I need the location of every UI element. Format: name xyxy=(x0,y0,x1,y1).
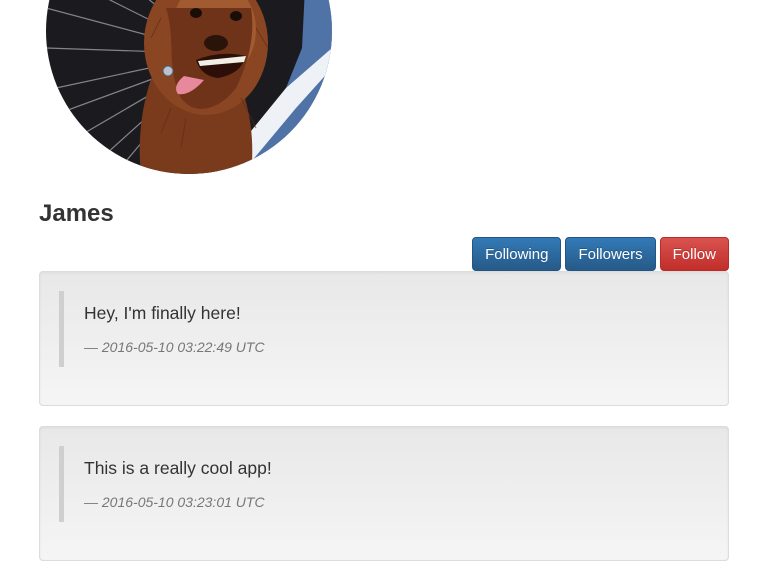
followers-button[interactable]: Followers xyxy=(565,237,656,271)
avatar xyxy=(46,0,332,174)
post-quote: This is a really cool app! — 2016-05-10 … xyxy=(59,446,709,522)
profile-actions: Following Followers Follow xyxy=(472,237,729,271)
page-title: James xyxy=(39,200,114,227)
following-button[interactable]: Following xyxy=(472,237,562,271)
post-text: This is a really cool app! xyxy=(84,458,272,478)
post-text: Hey, I'm finally here! xyxy=(84,303,241,323)
post-card: This is a really cool app! — 2016-05-10 … xyxy=(39,426,729,561)
post-card: Hey, I'm finally here! — 2016-05-10 03:2… xyxy=(39,271,729,406)
post-timestamp: — 2016-05-10 03:22:49 UTC xyxy=(84,339,265,355)
post-list: Hey, I'm finally here! — 2016-05-10 03:2… xyxy=(39,271,729,581)
post-quote: Hey, I'm finally here! — 2016-05-10 03:2… xyxy=(59,291,709,367)
chewbacca-avatar-icon xyxy=(46,0,332,174)
follow-button[interactable]: Follow xyxy=(659,237,729,271)
post-timestamp: — 2016-05-10 03:23:01 UTC xyxy=(84,494,265,510)
